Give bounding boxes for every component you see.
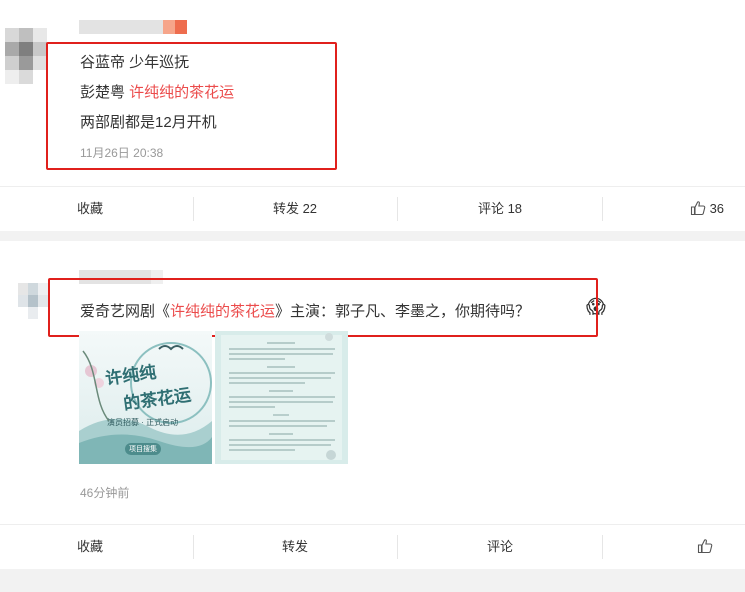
feed-divider [0, 569, 745, 592]
post2-timestamp[interactable]: 46分钟前 [80, 484, 129, 501]
divider [397, 535, 398, 559]
highlight-box [48, 278, 598, 337]
username[interactable] [79, 20, 187, 34]
post2-image-poster[interactable]: 许纯纯 的茶花运 演员招募 · 正式启动 项目搜集 [79, 331, 212, 464]
forward-button[interactable]: 转发 [245, 525, 345, 569]
comment-button[interactable]: 评论 18 [450, 187, 550, 231]
like-count: 36 [709, 201, 725, 216]
thumbs-up-icon [697, 539, 713, 554]
poster-badge: 项目搜集 [125, 443, 161, 455]
avatar[interactable] [18, 283, 48, 321]
post2-action-bar: 收藏 转发 评论 [0, 524, 745, 569]
divider [193, 535, 194, 559]
post1-action-bar: 收藏 转发 22 评论 18 36 [0, 186, 745, 231]
like-button[interactable] [690, 525, 720, 569]
divider [602, 535, 603, 559]
divider [602, 197, 603, 221]
divider [193, 197, 194, 221]
document-image [221, 333, 342, 460]
collect-button[interactable]: 收藏 [40, 525, 140, 569]
comment-button[interactable]: 评论 [450, 525, 550, 569]
highlight-box [46, 42, 337, 170]
collect-button[interactable]: 收藏 [40, 187, 140, 231]
thumbs-up-icon [690, 201, 706, 216]
poster-subtitle: 演员招募 · 正式启动 [107, 418, 179, 427]
post2-image-sheet[interactable] [215, 331, 348, 464]
forward-button[interactable]: 转发 22 [245, 187, 345, 231]
like-button[interactable]: 36 [682, 187, 732, 231]
divider [397, 197, 398, 221]
feed-divider [0, 231, 745, 241]
avatar[interactable] [5, 28, 47, 86]
